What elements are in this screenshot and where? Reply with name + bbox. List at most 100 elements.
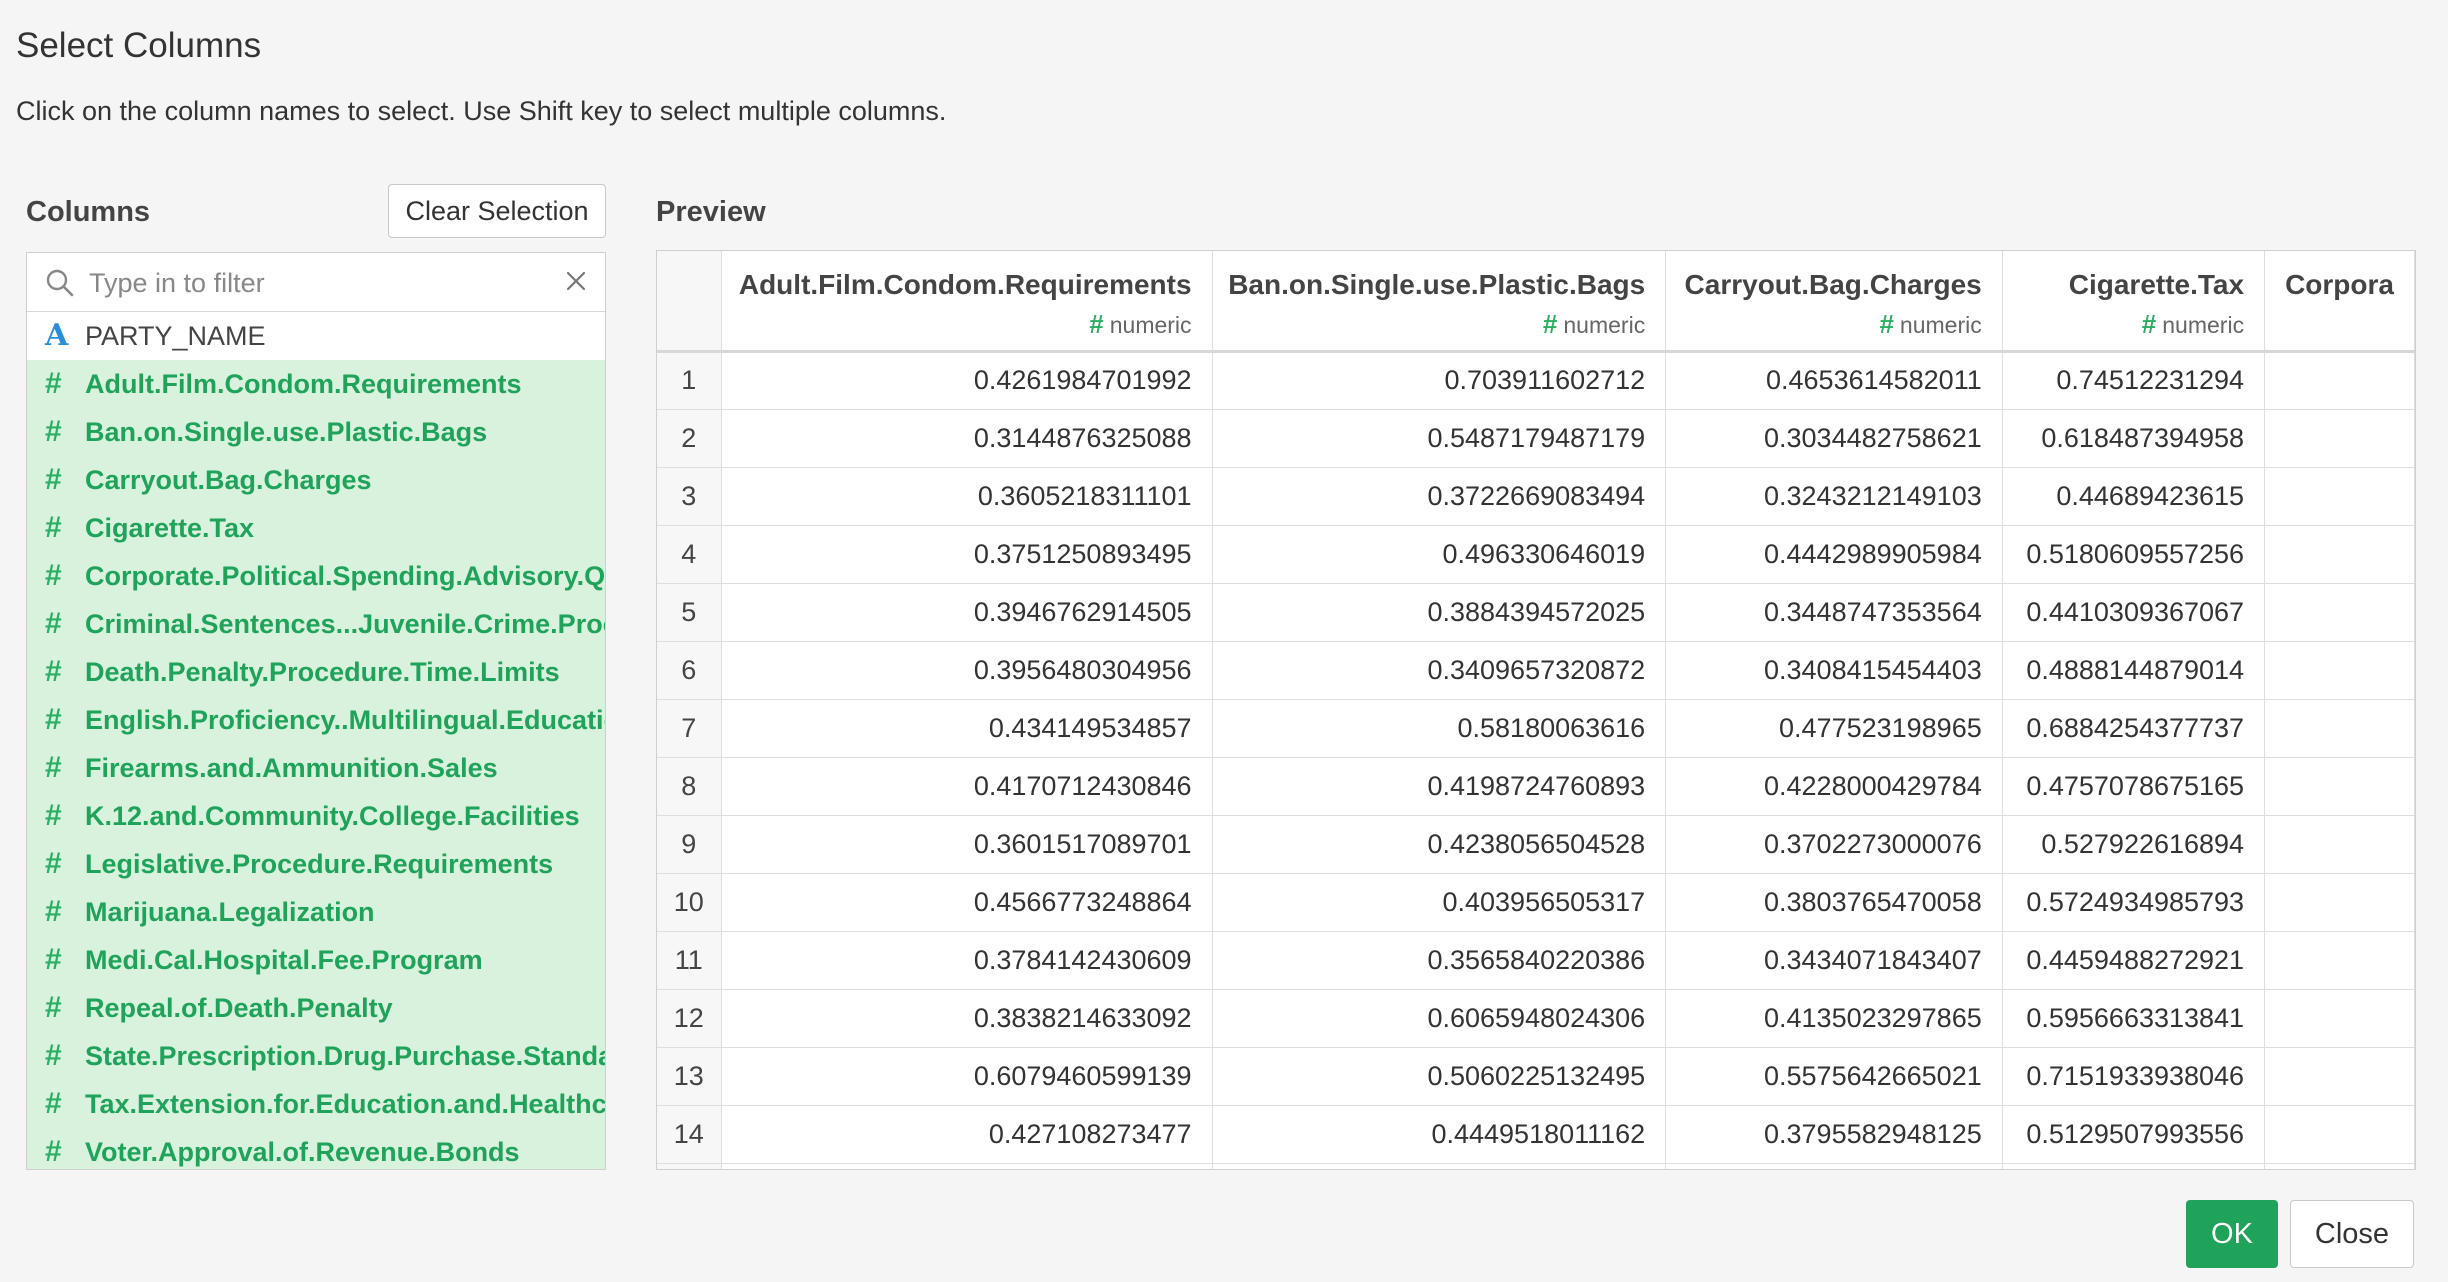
table-cell: 0.5956663313841: [2002, 989, 2266, 1048]
preview-table: Adult.Film.Condom.Requirements # numeric Ba…: [657, 251, 2415, 1169]
column-item[interactable]: # Death.Penalty.Procedure.Time.Limits: [27, 648, 605, 696]
table-cell: 0.6884254377737: [2002, 699, 2266, 758]
column-item-label: English.Proficiency..Multilingual.Educat…: [85, 705, 605, 735]
table-cell: 0.4410309367067: [2002, 583, 2266, 642]
table-cell: [721, 1163, 1213, 1169]
table-cell: [1665, 1163, 2003, 1169]
table-cell: 0.4198724760893: [1212, 757, 1667, 816]
column-header-name: Carryout.Bag.Charges: [1684, 269, 1982, 300]
column-header[interactable]: Carryout.Bag.Charges # numeric: [1665, 251, 2003, 353]
columns-heading: Columns: [26, 196, 151, 228]
column-item[interactable]: # Marijuana.Legalization: [27, 888, 605, 936]
table-cell: 0.5129507993556: [2002, 1105, 2266, 1164]
table-cell: [2264, 641, 2415, 700]
column-item-label: Legislative.Procedure.Requirements: [85, 849, 554, 879]
row-number: 13: [657, 1047, 722, 1106]
column-item[interactable]: # Ban.on.Single.use.Plastic.Bags: [27, 408, 605, 456]
table-cell: 0.477523198965: [1665, 699, 2003, 758]
table-cell: [2264, 467, 2415, 526]
column-item[interactable]: # English.Proficiency..Multilingual.Educa…: [27, 696, 605, 744]
table-cell: 0.3838214633092: [721, 989, 1213, 1048]
column-header[interactable]: Ban.on.Single.use.Plastic.Bags # numeric: [1212, 251, 1667, 353]
column-item[interactable]: # Cigarette.Tax: [27, 504, 605, 552]
preview-body: 1 0.4261984701992 0.703911602712 0.46536145…: [657, 351, 2415, 1169]
table-cell: [2264, 757, 2415, 816]
numeric-type-icon: #: [45, 607, 62, 640]
row-number: 2: [657, 409, 722, 468]
table-cell: 0.4566773248864: [721, 873, 1213, 932]
close-button[interactable]: Close: [2290, 1200, 2414, 1268]
table-cell: 0.4228000429784: [1665, 757, 2003, 816]
table-row: 14 0.427108273477 0.4449518011162 0.3795582…: [657, 1105, 2415, 1164]
table-cell: [1212, 1163, 1667, 1169]
table-cell: [2264, 931, 2415, 990]
clear-selection-button[interactable]: Clear Selection: [388, 184, 606, 238]
table-cell: 0.4442989905984: [1665, 525, 2003, 584]
numeric-type-icon: #: [2141, 309, 2157, 339]
column-item[interactable]: # Criminal.Sentences...Juvenile.Crime.Pro…: [27, 600, 605, 648]
table-row: 3 0.3605218311101 0.3722669083494 0.3243212…: [657, 467, 2415, 526]
table-row: 9 0.3601517089701 0.4238056504528 0.3702273…: [657, 815, 2415, 874]
table-cell: 0.3751250893495: [721, 525, 1213, 584]
table-cell: 0.427108273477: [721, 1105, 1213, 1164]
column-item[interactable]: # Legislative.Procedure.Requirements: [27, 840, 605, 888]
column-type-label: # numeric: [1676, 309, 1981, 340]
column-item[interactable]: # Firearms.and.Ammunition.Sales: [27, 744, 605, 792]
table-cell: [2264, 409, 2415, 468]
column-items: A PARTY_NAME # Adult.Film.Condom.Requiremen…: [27, 312, 605, 1169]
table-cell: 0.6079460599139: [721, 1047, 1213, 1106]
table-cell: [2264, 525, 2415, 584]
table-cell: 0.403956505317: [1212, 873, 1667, 932]
row-number: 14: [657, 1105, 722, 1164]
table-cell: 0.44689423615: [2002, 467, 2266, 526]
column-header-name: Ban.on.Single.use.Plastic.Bags: [1228, 269, 1646, 300]
numeric-type-icon: #: [45, 943, 62, 976]
clear-filter-icon[interactable]: [565, 270, 587, 292]
table-cell: 0.3722669083494: [1212, 467, 1667, 526]
column-header[interactable]: Corpora: [2264, 251, 2415, 353]
numeric-type-icon: #: [45, 991, 62, 1024]
column-item-label: Medi.Cal.Hospital.Fee.Program: [85, 945, 483, 975]
column-header[interactable]: Cigarette.Tax # numeric: [2002, 251, 2266, 353]
table-cell: 0.3144876325088: [721, 409, 1213, 468]
column-item[interactable]: # Adult.Film.Condom.Requirements: [27, 360, 605, 408]
table-cell: 0.58180063616: [1212, 699, 1667, 758]
ok-button[interactable]: OK: [2186, 1200, 2278, 1268]
column-item-label: Criminal.Sentences...Juvenile.Crime.Proc…: [85, 609, 605, 639]
column-type-text: numeric: [2162, 312, 2245, 338]
table-cell: [2264, 1105, 2415, 1164]
table-cell: 0.434149534857: [721, 699, 1213, 758]
column-item[interactable]: # Voter.Approval.of.Revenue.Bonds: [27, 1128, 605, 1169]
table-cell: [2264, 1163, 2415, 1169]
table-row: 8 0.4170712430846 0.4198724760893 0.4228000…: [657, 757, 2415, 816]
column-item[interactable]: # Tax.Extension.for.Education.and.Healthc…: [27, 1080, 605, 1128]
table-cell: 0.3034482758621: [1665, 409, 2003, 468]
column-item[interactable]: A PARTY_NAME: [27, 312, 605, 360]
numeric-type-icon: #: [45, 559, 62, 592]
column-item[interactable]: # Carryout.Bag.Charges: [27, 456, 605, 504]
column-item-label: Carryout.Bag.Charges: [85, 465, 372, 495]
table-cell: 0.5487179487179: [1212, 409, 1667, 468]
table-cell: [2264, 699, 2415, 758]
column-item[interactable]: # Repeal.of.Death.Penalty: [27, 984, 605, 1032]
table-cell: [2264, 873, 2415, 932]
column-header-name: Corpora: [2285, 269, 2394, 300]
column-type-text: numeric: [1109, 312, 1192, 338]
row-number: 5: [657, 583, 722, 642]
numeric-type-icon: #: [45, 1087, 62, 1120]
filter-input[interactable]: [87, 261, 551, 305]
table-cell: 0.3601517089701: [721, 815, 1213, 874]
table-cell: [2264, 1047, 2415, 1106]
preview-header-row: Adult.Film.Condom.Requirements # numeric Ba…: [657, 251, 2415, 353]
preview-heading: Preview: [656, 196, 766, 228]
table-cell: 0.3784142430609: [721, 931, 1213, 990]
column-item-label: Ban.on.Single.use.Plastic.Bags: [85, 417, 488, 447]
table-cell: 0.4449518011162: [1212, 1105, 1667, 1164]
column-header[interactable]: Adult.Film.Condom.Requirements # numeric: [721, 251, 1213, 353]
column-item[interactable]: # K.12.and.Community.College.Facilities: [27, 792, 605, 840]
table-row: 6 0.3956480304956 0.3409657320872 0.3408415…: [657, 641, 2415, 700]
column-item[interactable]: # Medi.Cal.Hospital.Fee.Program: [27, 936, 605, 984]
column-item[interactable]: # State.Prescription.Drug.Purchase.Standa…: [27, 1032, 605, 1080]
table-cell: 0.3702273000076: [1665, 815, 2003, 874]
column-item[interactable]: # Corporate.Political.Spending.Advisory.Q…: [27, 552, 605, 600]
